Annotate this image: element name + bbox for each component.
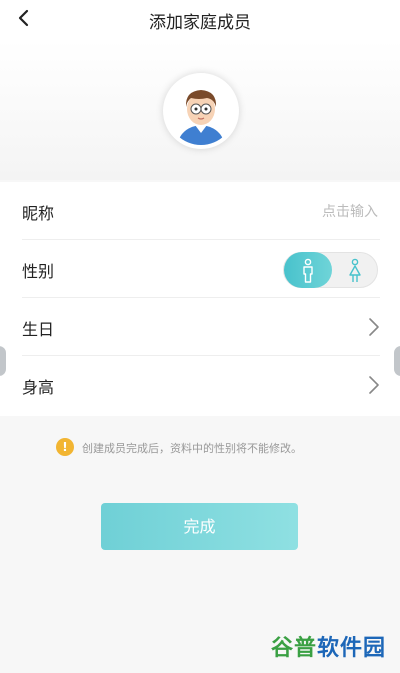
gender-label: 性别 [22,262,55,281]
watermark-part2: 软件园 [317,636,387,661]
chevron-right-icon [369,318,379,336]
info-icon: ! [56,438,74,456]
boy-avatar-icon [167,77,235,145]
gender-row: 性别 [0,240,400,298]
page-title: 添加家庭成员 [149,13,251,33]
nickname-input[interactable]: 点击输入 [322,201,378,221]
gender-notice: ! 创建成员完成后，资料中的性别将不能修改。 [56,436,376,460]
height-row[interactable]: 身高 [0,356,400,414]
screen-edge-handle-left [0,346,6,376]
watermark-part1: 谷普 [271,636,318,661]
birthday-row[interactable]: 生日 [0,298,400,356]
gender-toggle[interactable] [283,252,378,288]
male-icon [303,258,313,283]
chevron-right-icon [369,376,379,394]
height-label: 身高 [22,378,55,397]
watermark-logo: 谷普软件园 [271,630,386,664]
screen-edge-handle-right [394,346,400,376]
birthday-label: 生日 [22,320,55,339]
nickname-label: 昵称 [22,204,55,223]
nav-bar: 添加家庭成员 [0,0,400,40]
female-icon[interactable] [346,258,364,284]
notice-text: 创建成员完成后，资料中的性别将不能修改。 [82,442,302,455]
nickname-row[interactable]: 昵称 点击输入 [0,182,400,240]
avatar[interactable] [163,73,239,149]
done-button[interactable]: 完成 [101,503,298,550]
member-form: 昵称 点击输入 性别 生日 身高 [0,182,400,416]
